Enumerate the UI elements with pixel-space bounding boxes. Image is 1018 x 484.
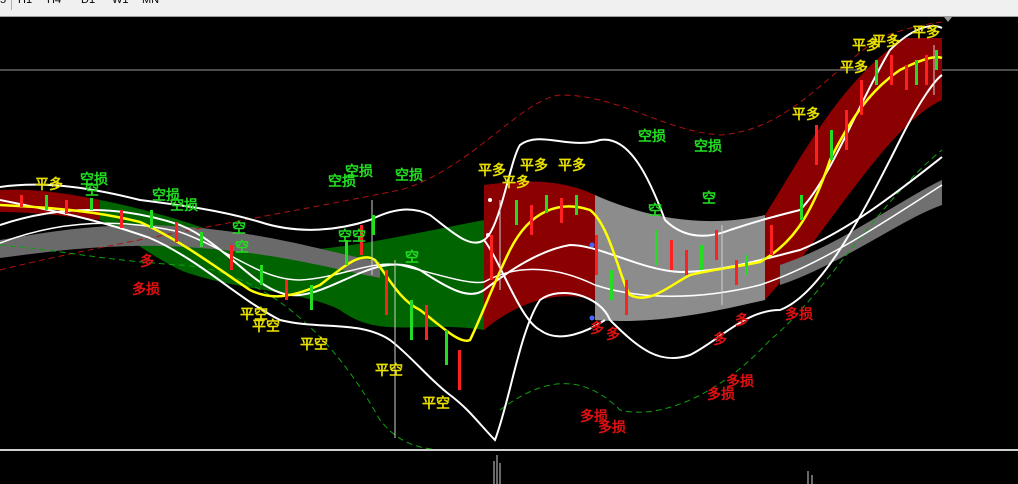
signal-label: 空 [232, 220, 246, 237]
signal-label: 多 [735, 312, 749, 329]
signal-label: 空 [405, 249, 419, 266]
indicator-subwindow[interactable] [0, 451, 1018, 484]
signal-label: 平空 [375, 362, 403, 379]
signal-label: 平空 [252, 318, 280, 335]
signal-label: 平多 [792, 106, 820, 123]
price-chart[interactable]: 平多 空损 空 空损 空损 空 空 多 多损 平空 平空 平空 空损 空损 空损… [0, 17, 1018, 449]
signal-label: 空 [702, 190, 716, 207]
volume-bars [493, 455, 813, 484]
timeframe-d1[interactable]: D1 [81, 0, 95, 8]
chart-shift-marker-icon [944, 17, 952, 22]
signal-label: 空损 [395, 167, 423, 184]
signal-label: 平多 [912, 24, 940, 41]
toolbar-separator [11, 0, 12, 10]
timeframe-h4[interactable]: H4 [47, 0, 61, 8]
signal-label: 多损 [785, 306, 813, 323]
timeframe-w1[interactable]: W1 [112, 0, 129, 8]
signal-label: 多 [590, 320, 604, 337]
signal-label: 平空 [422, 395, 450, 412]
signal-label: 平多 [520, 157, 548, 174]
signal-label: 空空 [338, 228, 366, 245]
signal-label: 空损 [694, 138, 722, 155]
signal-label: 多损 [132, 281, 160, 298]
signal-label: 空损 [170, 197, 198, 214]
signal-label: 空损 [638, 128, 666, 145]
timeframe-toolbar: 5 H1 H4 D1 W1 MN [0, 0, 1018, 17]
signal-label: 平空 [300, 336, 328, 353]
signal-label: 多损 [598, 419, 626, 436]
signal-label: 平多 [35, 176, 63, 193]
signal-label: 平多 [558, 157, 586, 174]
signal-label: 多 [606, 326, 620, 343]
signal-label: 空 [648, 202, 662, 219]
signal-label: 多 [140, 253, 154, 270]
signal-label: 平多 [840, 59, 868, 76]
signal-label: 多损 [707, 386, 735, 403]
signal-label: 多 [713, 331, 727, 348]
signal-label: 空 [235, 239, 249, 256]
signal-label: 空 [85, 182, 99, 199]
timeframe-mn[interactable]: MN [142, 0, 159, 8]
timeframe-m5[interactable]: 5 [0, 0, 6, 8]
signal-label: 平多 [872, 33, 900, 50]
signal-label: 平多 [502, 174, 530, 191]
signal-label: 空损 [328, 173, 356, 190]
timeframe-h1[interactable]: H1 [18, 0, 32, 8]
